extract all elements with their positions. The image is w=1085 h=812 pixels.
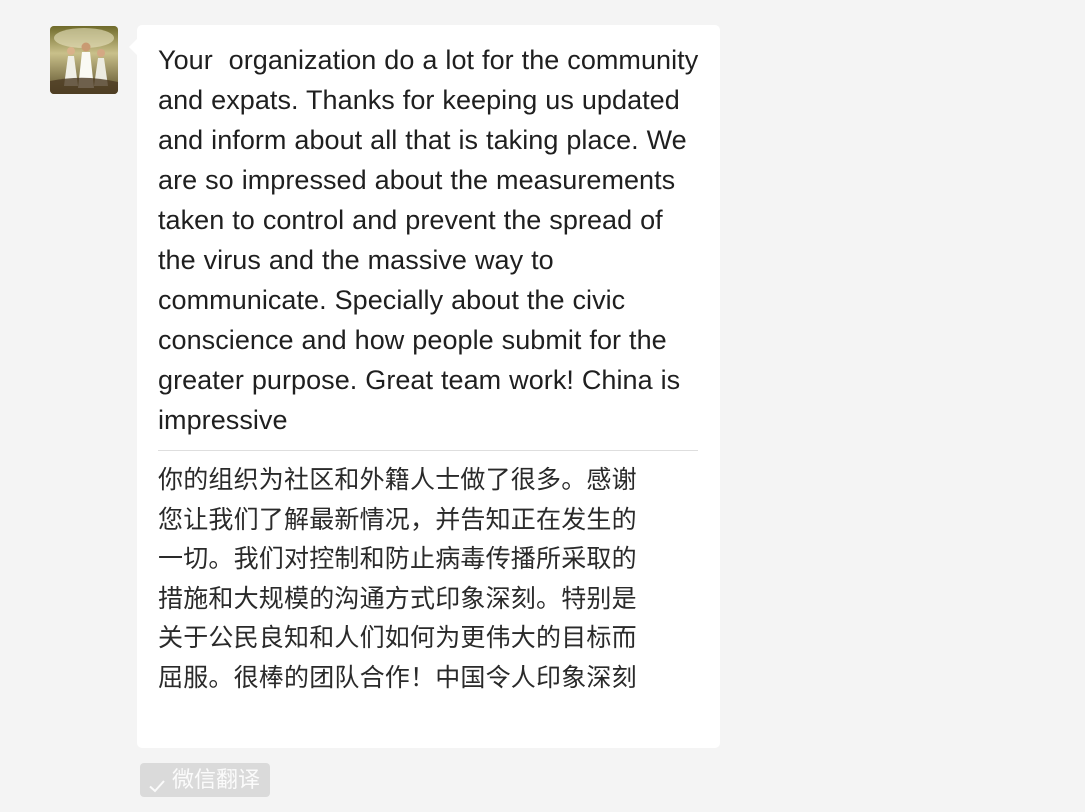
- translation-divider: [158, 450, 698, 451]
- translation-line: 措施和大规模的沟通方式印象深刻。特别是: [158, 584, 637, 613]
- avatar-image: [50, 26, 118, 94]
- message-translation: 你的组织为社区和外籍人士做了很多。感谢 您让我们了解最新情况，并告知正在发生的 …: [158, 461, 700, 699]
- message-bubble[interactable]: Your organization do a lot for the commu…: [129, 25, 720, 748]
- wechat-translate-tag[interactable]: 微信翻译: [140, 763, 270, 797]
- translation-line: 关于公民良知和人们如何为更伟大的目标而: [158, 624, 637, 653]
- bubble-arrow: [129, 39, 137, 55]
- translate-tag-label: 微信翻译: [172, 767, 261, 792]
- translation-line: 一切。我们对控制和防止病毒传播所采取的: [158, 545, 637, 574]
- translation-line: 您让我们了解最新情况，并告知正在发生的: [158, 505, 637, 534]
- message-original-text: Your organization do a lot for the commu…: [158, 45, 707, 435]
- translation-line: 屈服。很棒的团队合作！中国令人印象深刻: [158, 663, 637, 692]
- sender-avatar[interactable]: [50, 26, 118, 94]
- translation-line: 你的组织为社区和外籍人士做了很多。感谢: [158, 466, 637, 494]
- check-icon: [148, 771, 166, 793]
